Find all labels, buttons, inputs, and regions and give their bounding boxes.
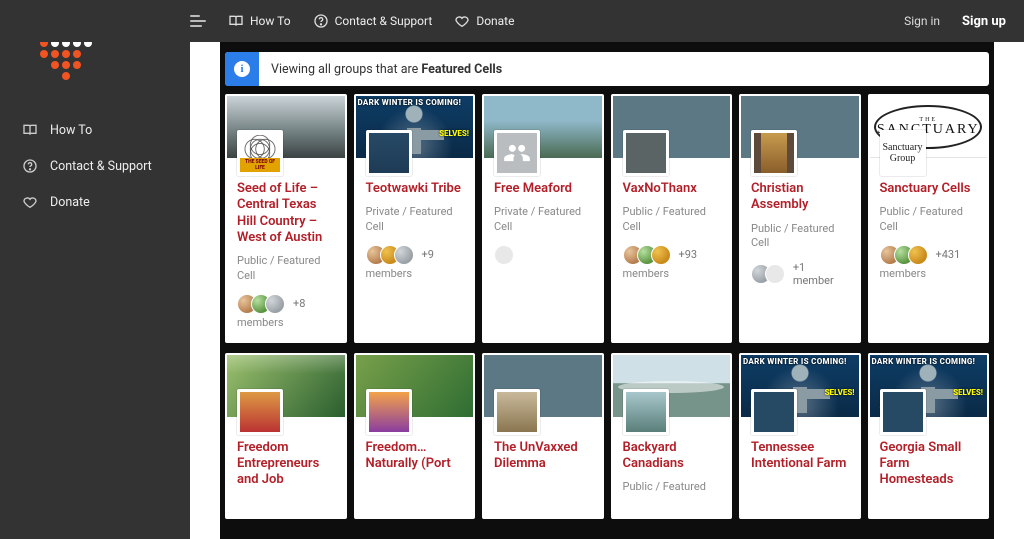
heart-icon: [454, 13, 470, 29]
card-thumb: [880, 389, 926, 435]
sidebar-label: How To: [50, 123, 92, 138]
group-meta: Public / Featured Cell: [623, 205, 721, 235]
card-thumb: [623, 389, 669, 435]
group-title[interactable]: Seed of Life – Central Texas Hill Countr…: [237, 181, 335, 246]
group-meta: Public / Featured Cell: [751, 222, 849, 252]
group-card[interactable]: Seed of Life – Central Texas Hill Countr…: [225, 94, 347, 343]
members-label: members: [366, 267, 464, 280]
group-title[interactable]: Backyard Canadians: [623, 440, 721, 473]
group-card[interactable]: Backyard Canadians Public / Featured: [611, 353, 733, 519]
group-title[interactable]: Teotwawki Tribe: [366, 181, 464, 197]
help-circle-icon: [22, 158, 38, 174]
group-title[interactable]: Sanctuary Cells: [880, 181, 978, 197]
group-card[interactable]: DARK WINTER IS COMING! SELVES! Teotwawki…: [354, 94, 476, 343]
topbar: How To Contact & Support Donate Sign in …: [0, 0, 1024, 42]
topnav-howto[interactable]: How To: [228, 13, 291, 29]
member-avatars: [494, 245, 592, 265]
topnav-donate[interactable]: Donate: [454, 13, 514, 29]
group-title[interactable]: The UnVaxxed Dilemma: [494, 440, 592, 473]
sidebar-item-donate[interactable]: Donate: [0, 184, 190, 220]
group-title[interactable]: Tennessee Intentional Farm: [751, 440, 849, 473]
card-thumb: [751, 389, 797, 435]
members-label: members: [237, 316, 335, 329]
topnav-label: How To: [250, 14, 291, 28]
sidebar: How To Contact & Support Donate: [0, 0, 190, 509]
topnav-label: Contact & Support: [335, 14, 433, 28]
group-card[interactable]: Christian Assembly Public / Featured Cel…: [739, 94, 861, 343]
member-avatars: +9: [366, 245, 464, 265]
sidebar-label: Contact & Support: [50, 159, 152, 174]
topnav-label: Donate: [476, 14, 514, 28]
card-thumb: [751, 130, 797, 176]
group-title[interactable]: Freedom Entrepreneurs and Job: [237, 440, 335, 489]
main: i Viewing all groups that are Featured C…: [190, 0, 1024, 539]
card-thumb: [366, 389, 412, 435]
group-card[interactable]: Freedom… Naturally (Port: [354, 353, 476, 519]
group-card[interactable]: Free Meaford Private / Featured Cell: [482, 94, 604, 343]
group-card[interactable]: DARK WINTER IS COMING! SELVES! Tennessee…: [739, 353, 861, 519]
member-avatars: +1 member: [751, 261, 849, 287]
card-thumb: [494, 130, 540, 176]
book-icon: [22, 122, 38, 138]
group-title[interactable]: Free Meaford: [494, 181, 592, 197]
card-thumb: [237, 389, 283, 435]
heart-icon: [22, 194, 38, 210]
topnav-contact[interactable]: Contact & Support: [313, 13, 433, 29]
group-title[interactable]: VaxNoThanx: [623, 181, 721, 197]
card-thumb: [237, 130, 283, 176]
group-card[interactable]: THESANCTUARY SanctuaryGroup Sanctuary Ce…: [868, 94, 990, 343]
group-grid-row-1: Seed of Life – Central Texas Hill Countr…: [225, 94, 989, 343]
card-thumb: [494, 389, 540, 435]
group-card[interactable]: DARK WINTER IS COMING! SELVES! Georgia S…: [868, 353, 990, 519]
member-avatars: +431: [880, 245, 978, 265]
sidebar-label: Donate: [50, 195, 90, 210]
group-meta: Public / Featured: [623, 480, 721, 495]
signin-link[interactable]: Sign in: [904, 14, 940, 28]
filter-notice: i Viewing all groups that are Featured C…: [225, 52, 989, 86]
menu-toggle-icon[interactable]: [190, 15, 206, 27]
content-area: i Viewing all groups that are Featured C…: [190, 42, 1024, 539]
card-thumb: [366, 130, 412, 176]
group-card[interactable]: VaxNoThanx Public / Featured Cell +93 me…: [611, 94, 733, 343]
members-label: members: [623, 267, 721, 280]
book-icon: [228, 13, 244, 29]
group-meta: Private / Featured Cell: [494, 205, 592, 235]
members-label: members: [880, 267, 978, 280]
member-avatars: +8: [237, 294, 335, 314]
group-meta: Public / Featured Cell: [880, 205, 978, 235]
group-title[interactable]: Christian Assembly: [751, 181, 849, 214]
card-thumb: SanctuaryGroup: [880, 130, 926, 176]
group-card[interactable]: The UnVaxxed Dilemma: [482, 353, 604, 519]
info-icon: i: [225, 52, 259, 86]
group-title[interactable]: Georgia Small Farm Homesteads: [880, 440, 978, 489]
card-thumb: [623, 130, 669, 176]
group-card[interactable]: Freedom Entrepreneurs and Job: [225, 353, 347, 519]
signup-link[interactable]: Sign up: [962, 14, 1006, 29]
group-meta: Private / Featured Cell: [366, 205, 464, 235]
filter-notice-text: Viewing all groups that are Featured Cel…: [259, 62, 502, 77]
group-meta: Public / Featured Cell: [237, 254, 335, 284]
group-title[interactable]: Freedom… Naturally (Port: [366, 440, 464, 473]
member-avatars: +93: [623, 245, 721, 265]
sidebar-item-contact[interactable]: Contact & Support: [0, 148, 190, 184]
sidebar-item-howto[interactable]: How To: [0, 112, 190, 148]
group-grid-row-2: Freedom Entrepreneurs and Job Freedom… N…: [225, 353, 989, 519]
help-circle-icon: [313, 13, 329, 29]
